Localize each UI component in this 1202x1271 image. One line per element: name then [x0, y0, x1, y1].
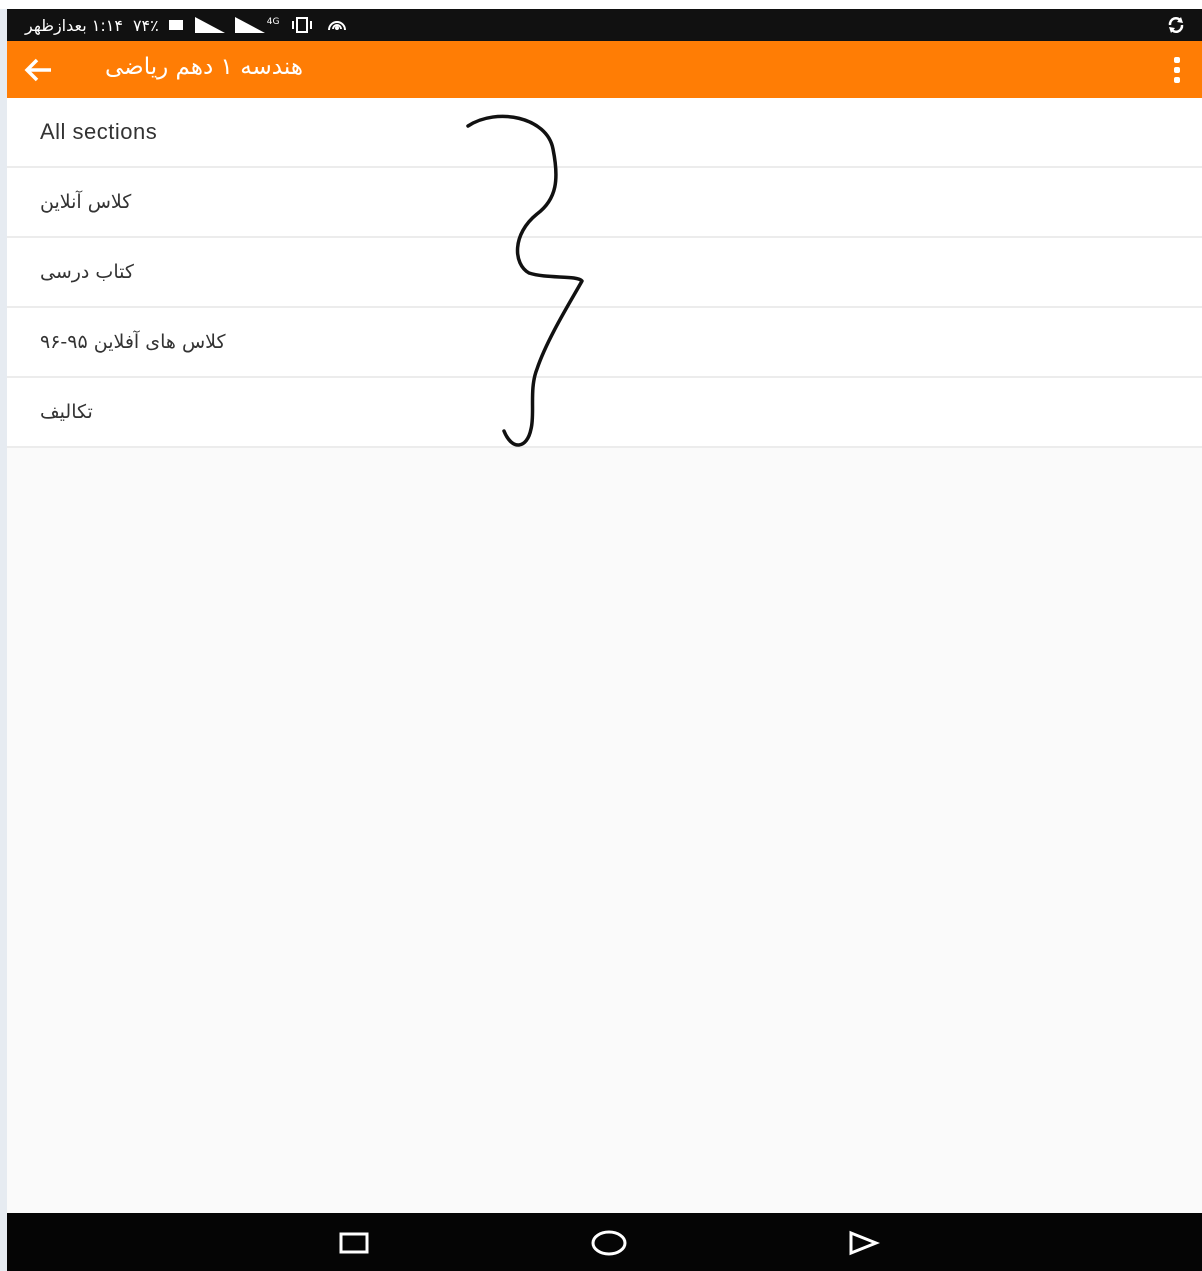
status-bar: ۱:۱۴ بعدازظهر ۷۴٪ 4G	[7, 9, 1202, 41]
arrow-left-icon	[24, 58, 51, 82]
back-button[interactable]	[21, 53, 55, 87]
hotspot-icon	[325, 16, 349, 34]
battery-percent: ۷۴٪	[132, 15, 159, 35]
section-item-offline-classes[interactable]: کلاس های آفلاین ۹۵-۹۶	[7, 308, 1202, 378]
signal-4g-icon: 4G	[234, 17, 280, 33]
more-vertical-dot	[1174, 67, 1180, 73]
more-vertical-dot	[1174, 77, 1180, 83]
home-button[interactable]	[589, 1225, 629, 1261]
android-screen: ۱:۱۴ بعدازظهر ۷۴٪ 4G هندسه ۱ دهم ریاضی A…	[7, 9, 1202, 1271]
status-left-group: ۱:۱۴ بعدازظهر ۷۴٪ 4G	[25, 13, 349, 37]
section-item-textbook[interactable]: کتاب درسی	[7, 238, 1202, 308]
screenshot-frame: ۱:۱۴ بعدازظهر ۷۴٪ 4G هندسه ۱ دهم ریاضی A…	[0, 0, 1202, 1271]
section-item-label: All sections	[40, 119, 158, 144]
section-item-online-class[interactable]: کلاس آنلاین	[7, 168, 1202, 238]
cropped-top-strip	[0, 0, 1202, 9]
section-item-label: تکالیف	[40, 401, 93, 423]
section-item-label: کتاب درسی	[40, 261, 134, 283]
section-item-label: کلاس های آفلاین ۹۵-۹۶	[40, 331, 226, 353]
recents-icon	[339, 1232, 369, 1254]
page-title: هندسه ۱ دهم ریاضی	[105, 54, 303, 80]
recents-button[interactable]	[334, 1225, 374, 1261]
overflow-menu-button[interactable]	[1166, 53, 1188, 87]
navigation-bar	[7, 1213, 1202, 1271]
network-type: 4G	[266, 17, 280, 27]
back-nav-button[interactable]	[843, 1225, 883, 1261]
app-bar: هندسه ۱ دهم ریاضی	[7, 41, 1202, 98]
more-vertical-icon	[1174, 57, 1180, 63]
sync-icon	[1166, 15, 1186, 35]
section-item-assignments[interactable]: تکالیف	[7, 378, 1202, 448]
section-item-label: کلاس آنلاین	[40, 191, 132, 213]
back-triangle-icon	[849, 1230, 880, 1256]
vibrate-icon	[289, 16, 315, 34]
home-icon	[591, 1230, 627, 1256]
battery-icon	[168, 19, 185, 31]
section-item-all[interactable]: All sections	[7, 98, 1202, 168]
status-time: ۱:۱۴ بعدازظهر	[25, 15, 123, 35]
signal-icon	[194, 17, 225, 33]
section-list: All sections کلاس آنلاین کتاب درسی کلاس …	[7, 98, 1202, 448]
